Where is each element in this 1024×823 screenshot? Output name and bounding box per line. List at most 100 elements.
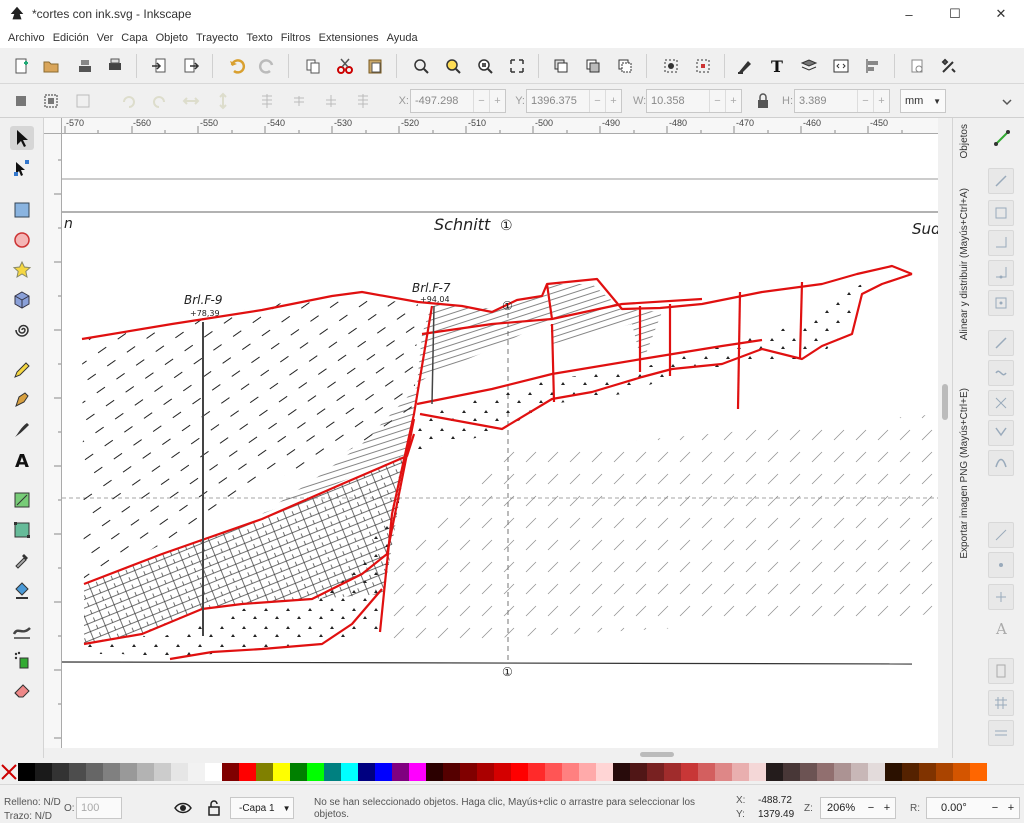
palette-swatch[interactable] [732, 763, 749, 781]
tweak-tool-icon[interactable] [10, 618, 34, 642]
zoom-in-button[interactable]: + [879, 802, 895, 814]
objects-tab[interactable]: Objetos [959, 124, 970, 158]
palette-swatch[interactable] [630, 763, 647, 781]
minimize-button[interactable]: – [886, 0, 932, 28]
menu-objeto[interactable]: Objeto [152, 32, 192, 44]
layer-select[interactable]: -Capa 1 ▼ [230, 797, 294, 819]
export-icon[interactable] [180, 55, 202, 77]
zoom-out-button[interactable]: − [863, 802, 879, 814]
palette-swatch[interactable] [307, 763, 324, 781]
align-distribute-icon[interactable] [862, 55, 884, 77]
export-png-tab[interactable]: Exportar imagen PNG (Mayús+Ctrl+E) [959, 388, 970, 559]
palette-swatch[interactable] [868, 763, 885, 781]
palette-swatch[interactable] [205, 763, 222, 781]
lock-layer-icon[interactable] [206, 799, 222, 817]
import-icon[interactable] [148, 55, 170, 77]
snap-midpoints-icon[interactable] [988, 522, 1014, 548]
open-icon[interactable] [40, 55, 62, 77]
document-properties-icon[interactable] [938, 55, 960, 77]
align-distribute-tab[interactable]: Alinear y distribuir (Mayús+Ctrl+A) [959, 188, 970, 340]
snap-cusp-icon[interactable] [988, 420, 1014, 446]
star-tool-icon[interactable] [10, 258, 34, 282]
palette-swatch[interactable] [409, 763, 426, 781]
palette-swatch[interactable] [936, 763, 953, 781]
palette-swatch[interactable] [596, 763, 613, 781]
zoom-width-icon[interactable] [506, 55, 528, 77]
group-icon[interactable] [660, 55, 682, 77]
palette-swatch[interactable] [35, 763, 52, 781]
rectangle-tool-icon[interactable] [10, 198, 34, 222]
close-button[interactable]: ✕ [978, 0, 1024, 28]
menu-ayuda[interactable]: Ayuda [383, 32, 422, 44]
lower-to-bottom-icon[interactable] [256, 90, 278, 112]
palette-swatch[interactable] [528, 763, 545, 781]
no-paint-swatch[interactable] [0, 763, 18, 781]
select-all-icon[interactable] [10, 90, 32, 112]
palette-swatch[interactable] [562, 763, 579, 781]
spiral-tool-icon[interactable] [10, 318, 34, 342]
zoom-field[interactable]: 206% − + [820, 797, 896, 819]
raise-to-top-icon[interactable] [352, 90, 374, 112]
palette-swatch[interactable] [324, 763, 341, 781]
palette-swatch[interactable] [834, 763, 851, 781]
zoom-selection-icon[interactable] [410, 55, 432, 77]
palette-swatch[interactable] [545, 763, 562, 781]
palette-swatch[interactable] [392, 763, 409, 781]
snap-text-baseline-icon[interactable]: A [996, 620, 1007, 638]
palette-swatch[interactable] [290, 763, 307, 781]
select-all-layers-icon[interactable] [40, 90, 62, 112]
palette-swatch[interactable] [18, 763, 35, 781]
snap-paths-icon[interactable] [988, 360, 1014, 386]
palette-swatch[interactable] [970, 763, 987, 781]
paint-bucket-tool-icon[interactable] [10, 578, 34, 602]
rotate-cw-icon[interactable] [148, 90, 170, 112]
dropper-tool-icon[interactable] [10, 548, 34, 572]
palette-swatch[interactable] [256, 763, 273, 781]
palette-swatch[interactable] [579, 763, 596, 781]
copy-icon[interactable] [302, 55, 324, 77]
layers-icon[interactable] [798, 55, 820, 77]
pencil-tool-icon[interactable] [10, 358, 34, 382]
zoom-page-icon[interactable] [474, 55, 496, 77]
rotate-ccw-icon[interactable] [118, 90, 140, 112]
unlink-clone-icon[interactable] [614, 55, 636, 77]
palette-swatch[interactable] [443, 763, 460, 781]
palette-swatch[interactable] [341, 763, 358, 781]
rotation-field[interactable]: 0.00° − + [926, 797, 1020, 819]
lower-icon[interactable] [288, 90, 310, 112]
palette-swatch[interactable] [477, 763, 494, 781]
palette-swatch[interactable] [460, 763, 477, 781]
opacity-field[interactable]: 100 [76, 797, 122, 819]
palette-swatch[interactable] [69, 763, 86, 781]
text-font-icon[interactable]: T [766, 55, 788, 77]
rotate-minus-button[interactable]: − [987, 802, 1003, 814]
snap-nodes-icon[interactable] [988, 330, 1014, 356]
calligraphy-tool-icon[interactable] [10, 418, 34, 442]
palette-swatch[interactable] [358, 763, 375, 781]
palette-swatch[interactable] [851, 763, 868, 781]
horizontal-scrollbar[interactable] [44, 748, 952, 760]
palette-swatch[interactable] [103, 763, 120, 781]
menu-ver[interactable]: Ver [93, 32, 118, 44]
palette-swatch[interactable] [953, 763, 970, 781]
node-tool-icon[interactable] [10, 156, 34, 180]
maximize-button[interactable]: ☐ [932, 0, 978, 28]
palette-swatch[interactable] [273, 763, 290, 781]
palette-swatch[interactable] [766, 763, 783, 781]
palette-swatch[interactable] [613, 763, 630, 781]
drawing-canvas[interactable]: Schnitt ① n Sud Brl.F-9 +78,39 Brl.F-7 +… [62, 134, 938, 748]
geologic-cross-section[interactable]: Schnitt ① n Sud Brl.F-9 +78,39 Brl.F-7 +… [62, 134, 938, 748]
vertical-scrollbar[interactable] [938, 118, 952, 748]
palette-swatch[interactable] [154, 763, 171, 781]
snap-guide-icon[interactable] [988, 720, 1014, 746]
palette-swatch[interactable] [137, 763, 154, 781]
palette-swatch[interactable] [426, 763, 443, 781]
flip-vertical-icon[interactable] [212, 90, 234, 112]
palette-swatch[interactable] [664, 763, 681, 781]
snap-toggle-icon[interactable] [992, 128, 1012, 148]
palette-swatch[interactable] [885, 763, 902, 781]
palette-swatch[interactable] [681, 763, 698, 781]
snap-rotation-center-icon[interactable] [988, 584, 1014, 610]
snap-page-border-icon[interactable] [988, 658, 1014, 684]
raise-icon[interactable] [320, 90, 342, 112]
